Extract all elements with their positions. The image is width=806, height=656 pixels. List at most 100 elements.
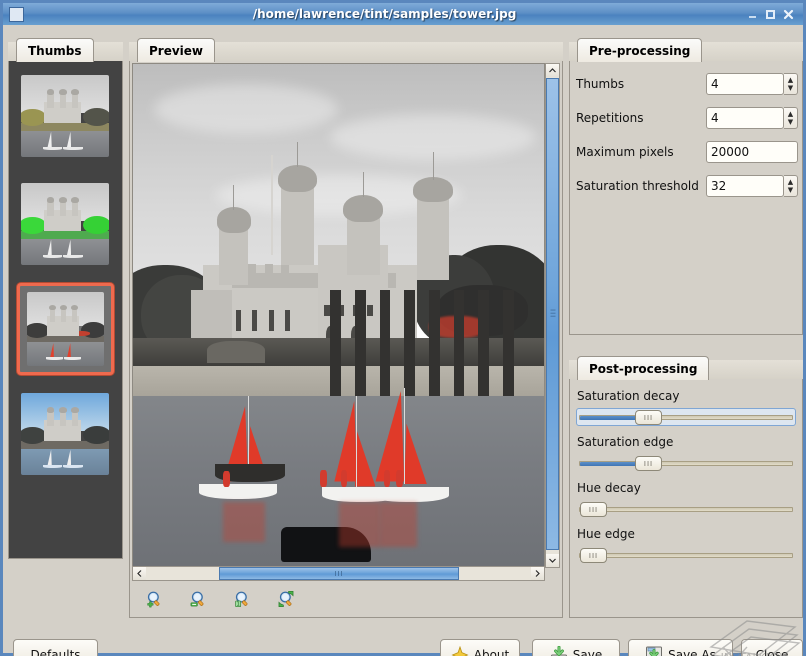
thumbnail-red (27, 292, 104, 366)
defaults-button-label: Defaults (30, 648, 80, 656)
maximize-icon[interactable] (763, 7, 778, 21)
thumbs-stepper[interactable]: 4 ▲ ▼ (706, 73, 798, 95)
list-item-selected[interactable] (17, 283, 114, 375)
postprocessing-tabstrip: Post-processing (569, 353, 803, 379)
preview-tabstrip: Preview (129, 35, 563, 61)
preview-body: III III (129, 61, 563, 618)
thumbnail-green (21, 183, 109, 265)
repetitions-stepper[interactable]: 4 ▲ ▼ (706, 107, 798, 129)
scroll-vertical-thumb[interactable]: III (546, 78, 559, 550)
chevron-down-icon[interactable]: ▼ (788, 118, 793, 126)
application-window: /home/lawrence/tint/samples/tower.jpg Th… (0, 0, 806, 656)
slider-label-saturation-edge: Saturation edge (577, 435, 673, 449)
chevron-up-icon[interactable]: ▲ (788, 76, 793, 84)
chevron-up-icon[interactable]: ▲ (788, 178, 793, 186)
close-button-label: Close (756, 648, 789, 656)
chevron-up-icon[interactable]: ▲ (788, 110, 793, 118)
scroll-left-button[interactable] (133, 567, 146, 580)
preprocessing-tabstrip: Pre-processing (569, 35, 803, 61)
scroll-horizontal-thumb[interactable]: III (219, 567, 459, 580)
preview-image (133, 64, 544, 567)
save-as-button[interactable]: Save As (628, 639, 733, 656)
scroll-up-button[interactable] (546, 64, 559, 77)
tab-post-processing[interactable]: Post-processing (577, 356, 709, 380)
minimize-icon[interactable] (745, 7, 760, 21)
slider-handle[interactable]: III (580, 502, 607, 517)
maximum-pixels-input[interactable]: 20000 (706, 141, 798, 163)
field-saturation-threshold: Saturation threshold 32 ▲ ▼ (576, 175, 798, 197)
zoom-original-icon[interactable]: 1 (226, 584, 258, 614)
postprocessing-body: Saturation decay III Saturation edge III… (569, 379, 803, 618)
window-controls (745, 7, 796, 21)
slider-handle[interactable]: III (580, 548, 607, 563)
preprocessing-body: Thumbs 4 ▲ ▼ Repetitions 4 ▲ (569, 61, 803, 335)
zoom-out-icon[interactable] (182, 584, 214, 614)
slider-label-hue-edge: Hue edge (577, 527, 635, 541)
repetitions-spinner-buttons[interactable]: ▲ ▼ (784, 107, 798, 129)
tab-thumbs[interactable]: Thumbs (16, 38, 94, 62)
preprocessing-panel: Pre-processing Thumbs 4 ▲ ▼ Repetitions (569, 35, 803, 335)
slider-label-saturation-decay: Saturation decay (577, 389, 679, 403)
scroll-grip: III (334, 570, 343, 578)
slider-track[interactable] (579, 507, 793, 512)
repetitions-input[interactable]: 4 (706, 107, 784, 129)
save-as-button-label: Save As (668, 648, 716, 656)
saturation-threshold-spinner-buttons[interactable]: ▲ ▼ (784, 175, 798, 197)
thumbs-panel: Thumbs (8, 35, 123, 618)
saturation-threshold-input[interactable]: 32 (706, 175, 784, 197)
window-body: Thumbs (3, 25, 803, 653)
thumbs-list[interactable] (8, 61, 123, 559)
slider-label-hue-decay: Hue decay (577, 481, 641, 495)
slider-hue-decay[interactable]: III (577, 501, 795, 517)
field-maximum-pixels: Maximum pixels 20000 (576, 141, 798, 163)
thumbs-input[interactable]: 4 (706, 73, 784, 95)
field-label-repetitions: Repetitions (576, 111, 706, 125)
scroll-down-button[interactable] (546, 554, 559, 567)
slider-saturation-edge[interactable]: III (577, 455, 795, 471)
postprocessing-panel: Post-processing Saturation decay III Sat… (569, 353, 803, 618)
chevron-down-icon[interactable]: ▼ (788, 186, 793, 194)
list-item[interactable] (21, 393, 109, 475)
zoom-in-icon[interactable] (138, 584, 170, 614)
slider-hue-edge[interactable]: III (577, 547, 795, 563)
tab-preview[interactable]: Preview (137, 38, 215, 62)
list-item[interactable] (21, 75, 109, 157)
star-icon (451, 646, 469, 656)
field-repetitions: Repetitions 4 ▲ ▼ (576, 107, 798, 129)
thumbnail-yellow (21, 75, 109, 157)
field-thumbs: Thumbs 4 ▲ ▼ (576, 73, 798, 95)
field-label-saturation-threshold: Saturation threshold (576, 179, 706, 193)
preview-vertical-scrollbar[interactable]: III (545, 63, 560, 568)
close-icon[interactable] (781, 7, 796, 21)
field-label-maximum-pixels: Maximum pixels (576, 145, 706, 159)
preview-panel: Preview (129, 35, 563, 618)
window-icon[interactable] (9, 7, 24, 22)
scroll-right-button[interactable] (531, 567, 544, 580)
about-button[interactable]: About (440, 639, 520, 656)
thumbs-tabstrip: Thumbs (8, 35, 123, 61)
zoom-fit-icon[interactable] (270, 584, 302, 614)
svg-text:1: 1 (237, 602, 240, 608)
slider-saturation-decay[interactable]: III (577, 409, 795, 425)
list-item[interactable] (21, 183, 109, 265)
slider-handle[interactable]: III (635, 410, 662, 425)
preview-horizontal-scrollbar[interactable]: III (132, 566, 545, 581)
save-button-label: Save (573, 648, 602, 656)
tab-pre-processing[interactable]: Pre-processing (577, 38, 702, 62)
thumbs-spinner-buttons[interactable]: ▲ ▼ (784, 73, 798, 95)
about-button-label: About (474, 648, 510, 656)
slider-handle[interactable]: III (635, 456, 662, 471)
save-button[interactable]: Save (532, 639, 620, 656)
slider-track[interactable] (579, 553, 793, 558)
chevron-down-icon[interactable]: ▼ (788, 84, 793, 92)
thumbnail-blue (21, 393, 109, 475)
saturation-threshold-stepper[interactable]: 32 ▲ ▼ (706, 175, 798, 197)
title-bar[interactable]: /home/lawrence/tint/samples/tower.jpg (3, 3, 803, 25)
preview-canvas[interactable] (132, 63, 545, 568)
close-button[interactable]: Close (741, 639, 803, 656)
defaults-button[interactable]: Defaults (13, 639, 98, 656)
save-as-icon (645, 646, 663, 656)
field-label-thumbs: Thumbs (576, 77, 706, 91)
save-icon (550, 646, 568, 656)
button-bar: Defaults About Save (8, 623, 803, 656)
